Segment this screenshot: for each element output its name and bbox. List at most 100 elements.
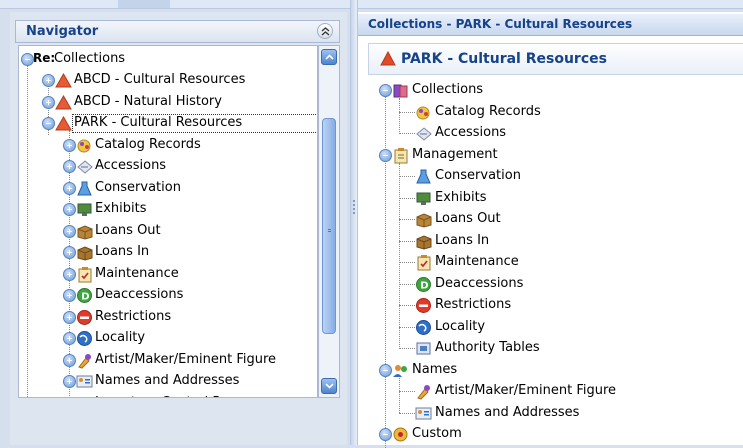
tree-connector bbox=[399, 262, 415, 263]
right-tree[interactable]: Collections Catalog Records Accessions Mana… bbox=[378, 80, 743, 448]
tree-node-names-and-addresses[interactable]: Names and Addresses bbox=[61, 371, 317, 392]
expand-icon[interactable] bbox=[42, 74, 55, 87]
pane-splitter[interactable] bbox=[350, 0, 358, 445]
splitter-grip bbox=[353, 208, 355, 210]
collapse-icon[interactable] bbox=[379, 363, 392, 377]
group-management[interactable]: Management bbox=[378, 145, 743, 166]
expand-icon[interactable] bbox=[63, 375, 76, 388]
group-custom[interactable]: Custom bbox=[378, 424, 743, 445]
tree-node-label: Restrictions bbox=[95, 308, 172, 324]
red-triangle-icon bbox=[380, 50, 396, 70]
tree-node-maintenance[interactable]: Maintenance bbox=[399, 252, 743, 273]
tree-connector bbox=[399, 326, 415, 328]
expand-icon[interactable] bbox=[63, 396, 76, 397]
tree-node-loans-in[interactable]: Loans In bbox=[61, 242, 317, 263]
tree-node-inventory-control-r[interactable]: Inventory Control R... bbox=[61, 393, 317, 397]
tree-node-restrictions[interactable]: Restrictions bbox=[61, 307, 317, 328]
restrictions-no-entry-icon bbox=[415, 297, 432, 314]
group-label: Custom bbox=[412, 426, 462, 441]
maintenance-clipboard-icon bbox=[415, 254, 432, 271]
scroll-grip bbox=[328, 227, 331, 228]
tree-node-conservation[interactable]: Conservation bbox=[61, 178, 317, 199]
names-addresses-card-icon bbox=[415, 405, 432, 422]
collapse-icon[interactable] bbox=[379, 148, 392, 162]
selection-highlight bbox=[72, 114, 317, 133]
chevron-up-double-icon bbox=[321, 27, 330, 36]
chevron-down-icon bbox=[325, 383, 334, 389]
tree-node-restrictions[interactable]: Restrictions bbox=[399, 295, 743, 316]
tree-node-exhibits[interactable]: Exhibits bbox=[399, 188, 743, 209]
expand-icon[interactable] bbox=[63, 246, 76, 259]
tree-node-accessions[interactable]: Accessions bbox=[61, 156, 317, 177]
tree-node-artist-maker-eminent-figure[interactable]: Artist/Maker/Eminent Figure bbox=[61, 350, 317, 371]
tree-node-catalog-records[interactable]: Catalog Records bbox=[61, 135, 317, 156]
expand-icon[interactable] bbox=[63, 224, 76, 238]
tree-node-label: Catalog Records bbox=[435, 103, 541, 119]
tree-node-locality[interactable]: Locality bbox=[61, 328, 317, 349]
loans-in-box-icon bbox=[76, 244, 93, 261]
expand-icon[interactable] bbox=[63, 310, 76, 324]
tree-connector bbox=[399, 305, 415, 306]
group-names[interactable]: Names bbox=[378, 360, 743, 381]
tree-node-maintenance[interactable]: Maintenance bbox=[61, 264, 317, 285]
scroll-thumb[interactable] bbox=[322, 118, 336, 334]
expand-icon[interactable] bbox=[63, 267, 76, 281]
scroll-down-button[interactable] bbox=[321, 378, 337, 394]
tree-node-label: Deaccessions bbox=[95, 287, 184, 302]
tree-connector bbox=[399, 391, 415, 392]
tree-node-artist-maker-eminent-figure[interactable]: Artist/Maker/Eminent Figure bbox=[399, 381, 743, 402]
restrictions-no-entry-icon bbox=[76, 309, 93, 326]
tree-node-abcd-cultural-resources[interactable]: ABCD - Cultural Resources bbox=[40, 70, 317, 91]
tree-node-loans-out[interactable]: Loans Out bbox=[399, 209, 743, 230]
expand-icon[interactable] bbox=[63, 353, 76, 367]
record-title-bar: PARK - Cultural Resources bbox=[368, 43, 743, 75]
collapse-navigator-button[interactable] bbox=[317, 23, 333, 39]
expand-icon[interactable] bbox=[63, 203, 76, 216]
tree-node-label: Loans Out bbox=[435, 211, 501, 226]
group-collections[interactable]: Collections bbox=[378, 80, 743, 101]
tree-node-label: Catalog Records bbox=[95, 136, 201, 152]
red-triangle-icon bbox=[55, 72, 72, 89]
tree-connector bbox=[399, 348, 415, 349]
tree-node-accessions[interactable]: Accessions bbox=[399, 123, 743, 144]
collapse-icon[interactable] bbox=[42, 117, 55, 130]
expand-icon[interactable] bbox=[63, 332, 76, 345]
navigator-title: Navigator bbox=[26, 24, 99, 39]
tree-node-conservation[interactable]: Conservation bbox=[399, 166, 743, 187]
tree-connector bbox=[399, 283, 415, 285]
tree-node-abcd-natural-history[interactable]: ABCD - Natural History bbox=[40, 92, 317, 113]
expand-icon[interactable] bbox=[63, 289, 76, 302]
inventory-icon bbox=[76, 395, 93, 397]
tree-root-collections[interactable]: Re: Collections bbox=[19, 49, 317, 70]
tree-node-locality[interactable]: Locality bbox=[399, 317, 743, 338]
navigator-scrollbar[interactable] bbox=[318, 45, 340, 398]
accessions-icon bbox=[76, 158, 93, 175]
deaccessions-green-d-icon: D bbox=[76, 287, 93, 304]
artist-icon bbox=[76, 352, 93, 369]
navigator-tree[interactable]: Re: Collections ABCD - Cultural Resource… bbox=[18, 45, 318, 398]
tree-connector bbox=[27, 59, 28, 397]
tree-node-names-and-addresses[interactable]: Names and Addresses bbox=[399, 403, 743, 424]
catalog-records-icon bbox=[415, 104, 432, 121]
tree-node-loans-out[interactable]: Loans Out bbox=[61, 221, 317, 242]
expand-icon[interactable] bbox=[63, 181, 76, 195]
expand-icon[interactable] bbox=[63, 160, 76, 173]
exhibits-monitor-icon bbox=[76, 201, 93, 218]
tree-node-loans-in[interactable]: Loans In bbox=[399, 231, 743, 252]
tree-node-exhibits[interactable]: Exhibits bbox=[61, 199, 317, 220]
tree-node-deaccessions[interactable]: D Deaccessions bbox=[61, 285, 317, 306]
tree-node-deaccessions[interactable]: D Deaccessions bbox=[399, 274, 743, 295]
collapse-icon[interactable] bbox=[379, 428, 392, 441]
tree-node-label: Authority Tables bbox=[435, 340, 540, 355]
authority-tables-icon bbox=[415, 340, 432, 357]
tree-node-park-cultural-resources[interactable]: PARK - Cultural Resources bbox=[40, 113, 317, 134]
expand-icon[interactable] bbox=[42, 95, 55, 109]
collapse-icon[interactable] bbox=[379, 84, 392, 97]
scroll-up-button[interactable] bbox=[321, 49, 337, 65]
tree-node-catalog-records[interactable]: Catalog Records bbox=[399, 102, 743, 123]
top-tab[interactable] bbox=[118, 0, 170, 8]
locality-globe-icon bbox=[415, 319, 432, 336]
expand-icon[interactable] bbox=[63, 138, 76, 152]
tree-node-authority-tables[interactable]: Authority Tables bbox=[399, 338, 743, 359]
loans-in-box-icon bbox=[415, 233, 432, 250]
